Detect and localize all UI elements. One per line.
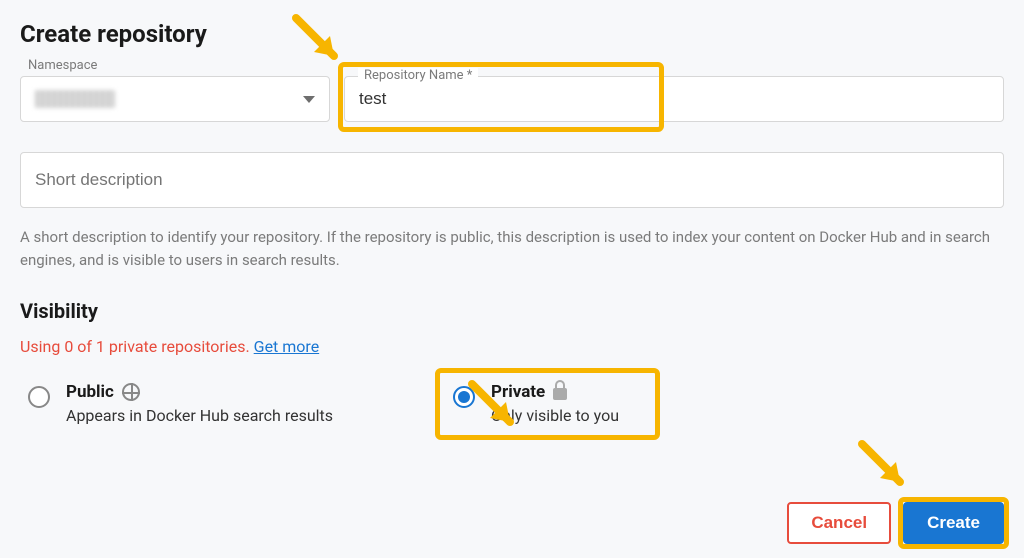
private-repo-usage: Using 0 of 1 private repositories. Get m… [20,337,1004,356]
name-row: Namespace Repository Name * [20,76,1004,122]
create-button-label: Create [927,513,980,533]
cancel-button[interactable]: Cancel [787,502,891,544]
description-help-text: A short description to identify your rep… [20,226,1004,273]
get-more-link[interactable]: Get more [254,337,320,356]
chevron-down-icon [303,96,315,103]
public-title: Public [66,382,114,402]
action-buttons: Cancel Create [787,502,1004,544]
private-subtitle: Only visible to you [491,406,619,425]
private-radio[interactable] [453,386,475,408]
usage-count-text: Using 0 of 1 private repositories. [20,337,254,356]
namespace-value-redacted [35,90,115,108]
namespace-field: Namespace [20,76,330,122]
visibility-public-option[interactable]: Public Appears in Docker Hub search resu… [28,382,333,425]
visibility-title: Visibility [20,299,1004,323]
public-text: Public Appears in Docker Hub search resu… [66,382,333,425]
visibility-options: Public Appears in Docker Hub search resu… [20,382,1004,425]
create-button[interactable]: Create [903,502,1004,544]
namespace-label: Namespace [22,58,103,73]
public-radio[interactable] [28,386,50,408]
annotation-arrow-icon [856,438,916,498]
public-subtitle: Appears in Docker Hub search results [66,406,333,425]
private-title: Private [491,382,545,402]
globe-icon [122,383,140,401]
namespace-select[interactable] [20,76,330,122]
lock-icon [553,388,567,400]
repository-name-field: Repository Name * [344,76,1004,122]
private-text: Private Only visible to you [491,382,619,425]
visibility-private-option[interactable]: Private Only visible to you [453,382,619,425]
short-description-input[interactable] [20,152,1004,208]
repository-name-label: Repository Name * [358,68,478,83]
page-title: Create repository [20,20,1004,48]
